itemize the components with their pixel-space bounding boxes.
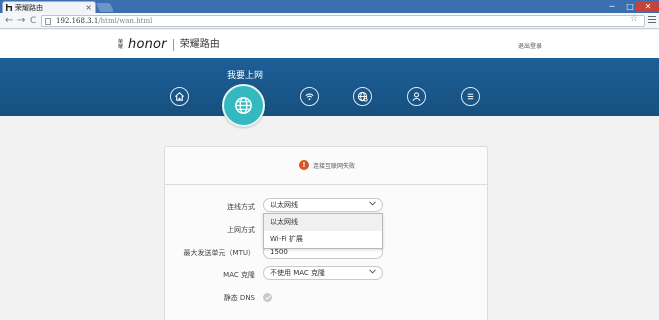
reload-button[interactable]: C: [30, 15, 36, 27]
honor-logo: 荣耀 honor 荣耀路由: [118, 38, 220, 51]
window-close-button[interactable]: ✕: [636, 1, 659, 11]
nav-banner: [0, 58, 659, 116]
honor-favicon-icon: [6, 4, 12, 11]
mtu-label: 最大发送单元（MTU）: [183, 249, 255, 257]
chevron-down-icon: [369, 269, 376, 275]
internet-globe-icon[interactable]: [222, 84, 265, 127]
internet-mode-label: 上网方式: [227, 226, 255, 234]
status-message: 连接互联网失败: [313, 162, 356, 170]
logo-divider: [172, 38, 174, 51]
url-host: 192.168.3.1: [56, 17, 99, 25]
product-name: 荣耀路由: [179, 38, 220, 50]
home-icon[interactable]: [170, 87, 189, 106]
address-toolbar: ← → C 192.168.3.1/html/wan.html ☆: [0, 13, 659, 29]
checkmark-icon: [264, 295, 271, 300]
static-dns-label: 静态 DNS: [223, 294, 255, 302]
user-icon[interactable]: [407, 87, 426, 106]
url-text: 192.168.3.1/html/wan.html: [56, 17, 152, 26]
minimize-button[interactable]: ─: [603, 1, 621, 11]
bookmark-star-icon[interactable]: ☆: [630, 14, 638, 24]
card-divider: [164, 184, 488, 185]
new-tab-button[interactable]: [95, 3, 115, 12]
logout-link[interactable]: 退出登录: [518, 41, 542, 50]
back-button[interactable]: ←: [5, 15, 13, 27]
url-field[interactable]: 192.168.3.1/html/wan.html: [41, 15, 645, 27]
connection-status: ! 连接互联网失败: [299, 160, 355, 170]
globe-settings-icon[interactable]: [353, 87, 372, 106]
connection-mode-dropdown: 以太网线 Wi-Fi 扩展: [263, 213, 383, 249]
brand-wordmark: honor: [128, 37, 167, 52]
browser-tab[interactable]: 荣耀路由 ×: [2, 1, 96, 13]
connection-mode-label: 连线方式: [227, 203, 255, 211]
tab-title: 荣耀路由: [15, 3, 43, 12]
wifi-icon[interactable]: [300, 87, 319, 106]
browser-tab-bar: 荣耀路由 × ─ □ ✕: [0, 0, 659, 13]
connection-mode-select[interactable]: 以太网线: [263, 198, 383, 212]
window-close-wrap: ✕: [636, 1, 659, 11]
brand-mark: 荣耀: [118, 38, 124, 50]
mac-clone-value: 不使用 MAC 克隆: [270, 269, 326, 277]
warning-icon: !: [299, 160, 309, 170]
tab-close-icon[interactable]: ×: [85, 3, 92, 13]
window-controls: ─ □: [603, 1, 639, 11]
static-dns-checkbox[interactable]: [263, 293, 272, 302]
connection-mode-value: 以太网线: [270, 201, 298, 209]
page-title: 我要上网: [226, 71, 263, 81]
browser-menu-icon[interactable]: [648, 16, 656, 24]
chevron-down-icon: [369, 201, 376, 207]
page-icon: [45, 18, 51, 25]
forward-button[interactable]: →: [17, 15, 25, 27]
dropdown-option-ethernet[interactable]: 以太网线: [264, 214, 382, 231]
url-path: /html/wan.html: [98, 17, 153, 25]
dropdown-option-wifi-extend[interactable]: Wi-Fi 扩展: [264, 231, 382, 248]
mac-clone-select[interactable]: 不使用 MAC 克隆: [263, 266, 383, 280]
site-header: 荣耀 honor 荣耀路由 退出登录: [0, 30, 659, 58]
menu-icon[interactable]: [461, 87, 480, 106]
mac-clone-label: MAC 克隆: [223, 271, 255, 279]
